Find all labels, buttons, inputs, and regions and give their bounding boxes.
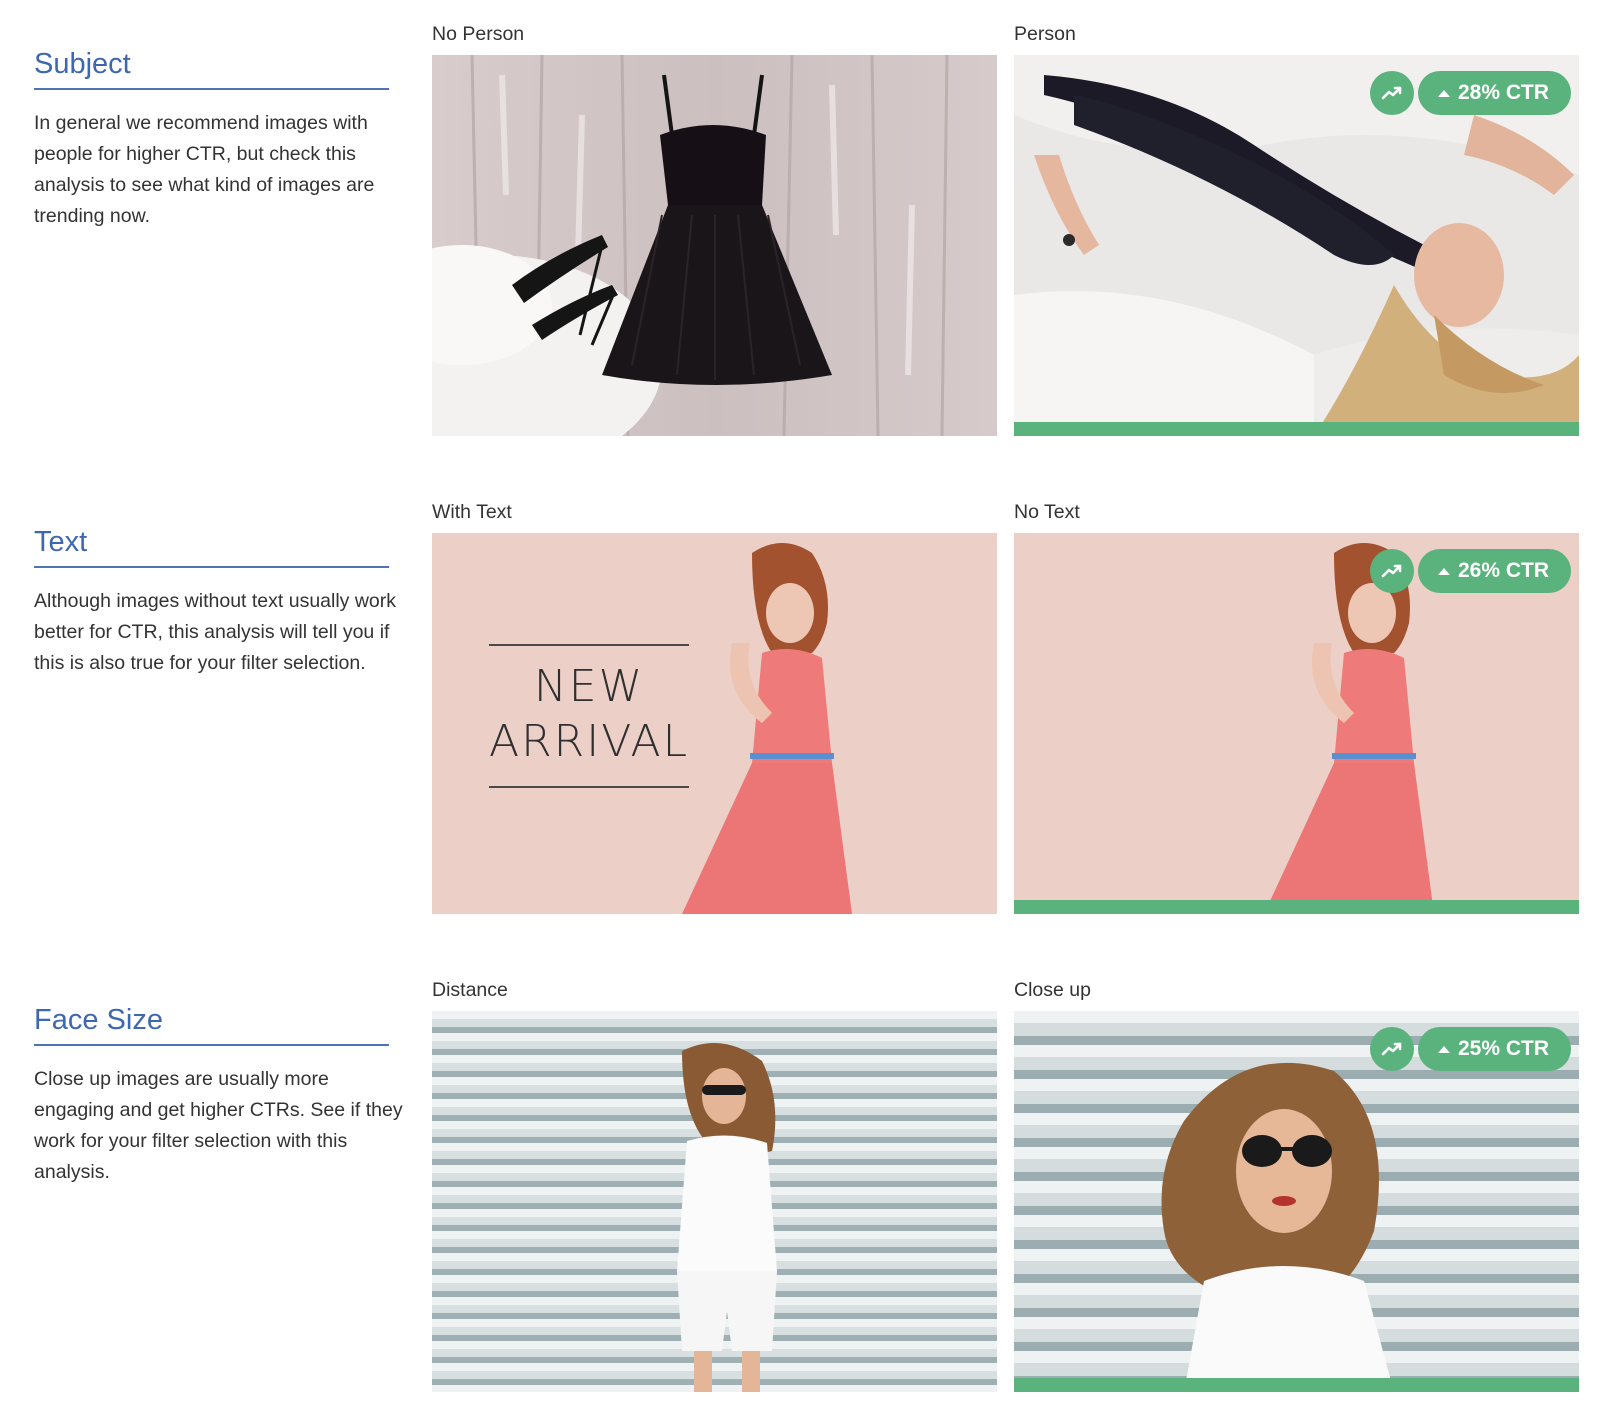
photo-close-up-shot[interactable]: 25% CTR bbox=[1014, 1011, 1579, 1392]
winner-indicator-bar bbox=[1014, 422, 1579, 436]
column-close-up: Close up 25% CTR bbox=[1014, 978, 1579, 1392]
column-no-text: No Text 26% CTR bbox=[1014, 500, 1579, 914]
column-distance: Distance bbox=[432, 978, 997, 1392]
ctr-value-pill: 25% CTR bbox=[1417, 1027, 1571, 1071]
caret-up-icon bbox=[1437, 89, 1450, 97]
caret-up-icon bbox=[1437, 1045, 1450, 1053]
section-description: Close up images are usually more engagin… bbox=[34, 1068, 403, 1183]
column-label: Close up bbox=[1014, 979, 1091, 1001]
trending-up-icon bbox=[1369, 549, 1414, 593]
photo-dress-flatlay[interactable] bbox=[432, 55, 997, 436]
ctr-value: 26% CTR bbox=[1457, 559, 1549, 582]
subject-info: Subject In general we recommend images w… bbox=[34, 48, 414, 232]
text-info: Text Although images without text usuall… bbox=[34, 526, 414, 679]
caret-up-icon bbox=[1437, 567, 1450, 575]
column-label: No Text bbox=[1014, 501, 1080, 523]
column-label: With Text bbox=[432, 501, 512, 523]
column-label: Person bbox=[1014, 23, 1076, 45]
photo-new-arrival[interactable]: NEW ARRIVAL bbox=[432, 533, 997, 914]
subject-section: Subject In general we recommend images w… bbox=[0, 0, 1600, 436]
ctr-badge: 26% CTR bbox=[1369, 549, 1571, 593]
photo-distance-shot[interactable] bbox=[432, 1011, 997, 1392]
section-title: Face Size bbox=[34, 1004, 389, 1046]
overlay-text-line2: ARRIVAL bbox=[489, 716, 690, 767]
photo-woman-lying[interactable]: 28% CTR bbox=[1014, 55, 1579, 436]
face-size-info: Face Size Close up images are usually mo… bbox=[34, 1004, 414, 1188]
photo-pink-dress[interactable]: 26% CTR bbox=[1014, 533, 1579, 914]
column-label: No Person bbox=[432, 23, 525, 45]
winner-indicator-bar bbox=[1014, 1378, 1579, 1392]
ctr-badge: 28% CTR bbox=[1369, 71, 1571, 115]
section-title: Subject bbox=[34, 48, 389, 90]
ctr-badge: 25% CTR bbox=[1369, 1027, 1571, 1071]
section-description: Although images without text usually wor… bbox=[34, 590, 397, 674]
face-size-section: Face Size Close up images are usually mo… bbox=[0, 956, 1600, 1392]
column-label: Distance bbox=[432, 979, 508, 1001]
overlay-text-line1: NEW bbox=[533, 661, 645, 712]
text-section: Text Although images without text usuall… bbox=[0, 478, 1600, 914]
column-no-person: No Person bbox=[432, 22, 997, 436]
column-person: Person 28% CTR bbox=[1014, 22, 1579, 436]
trending-up-icon bbox=[1369, 71, 1414, 115]
ctr-value: 28% CTR bbox=[1457, 81, 1549, 104]
column-with-text: With Text NEW ARRIVAL bbox=[432, 500, 997, 914]
winner-indicator-bar bbox=[1014, 900, 1579, 914]
ctr-value-pill: 28% CTR bbox=[1417, 71, 1571, 115]
section-title: Text bbox=[34, 526, 389, 568]
trending-up-icon bbox=[1369, 1027, 1414, 1071]
ctr-value-pill: 26% CTR bbox=[1417, 549, 1571, 593]
section-description: In general we recommend images with peop… bbox=[34, 112, 375, 227]
ctr-value: 25% CTR bbox=[1457, 1037, 1549, 1060]
